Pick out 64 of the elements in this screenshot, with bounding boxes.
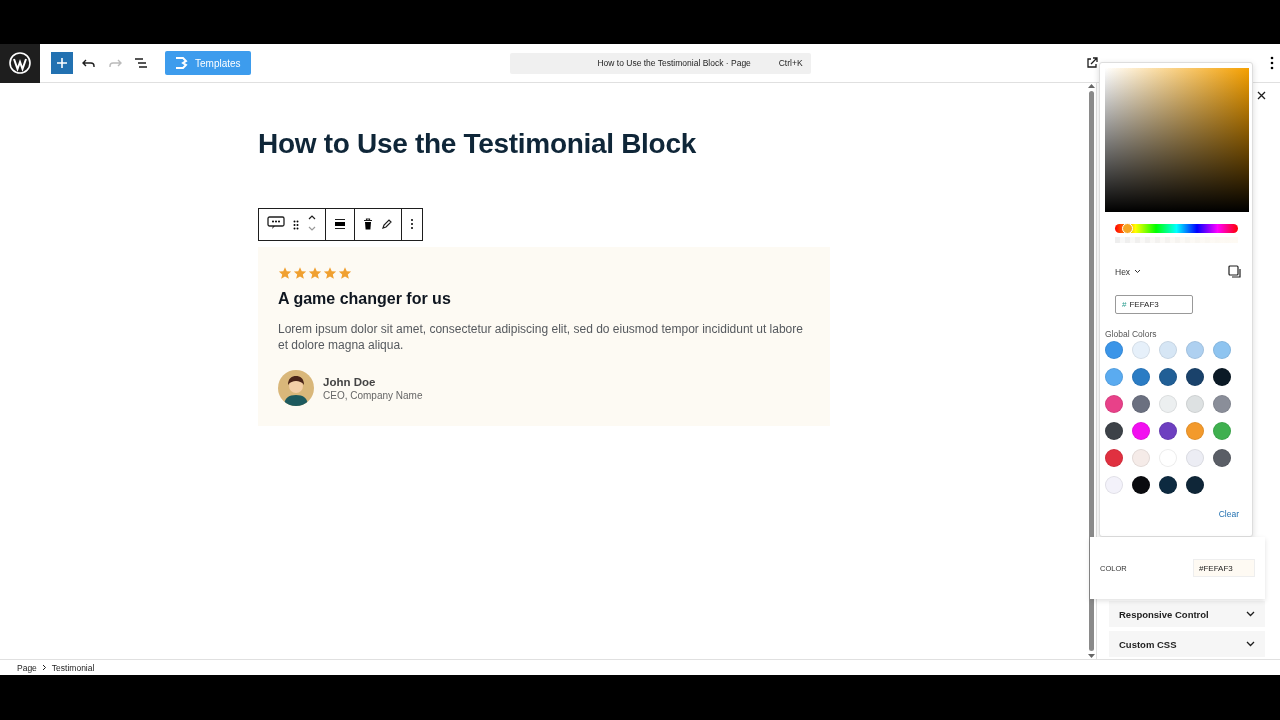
wordpress-logo[interactable] [0, 43, 40, 83]
color-swatch[interactable] [1213, 395, 1231, 413]
color-swatch[interactable] [1186, 395, 1204, 413]
color-swatch[interactable] [1132, 341, 1150, 359]
color-swatch[interactable] [1213, 422, 1231, 440]
color-swatch[interactable] [1186, 476, 1204, 494]
color-swatch[interactable] [1186, 341, 1204, 359]
color-swatch[interactable] [1132, 449, 1150, 467]
color-swatch[interactable] [1213, 341, 1231, 359]
color-swatch[interactable] [1132, 395, 1150, 413]
color-swatch[interactable] [1159, 476, 1177, 494]
color-swatch[interactable] [1213, 449, 1231, 467]
chevron-icon [41, 664, 47, 671]
external-link-icon[interactable] [1084, 55, 1100, 71]
color-swatch[interactable] [1105, 368, 1123, 386]
author-role: CEO, Company Name [323, 389, 423, 401]
hue-slider[interactable] [1115, 224, 1238, 233]
copy-icon[interactable] [1226, 263, 1243, 280]
color-swatch[interactable] [1105, 422, 1123, 440]
star-icon [323, 266, 337, 280]
avatar [278, 370, 314, 406]
more-options-icon[interactable] [1268, 54, 1276, 72]
testimonial-text: Lorem ipsum dolor sit amet, consectetur adipiscing elit, sed do eiusmod tempor incididunt ut labore et dolore magna aliqua. [278, 321, 804, 353]
color-swatch[interactable] [1159, 368, 1177, 386]
scrollbar[interactable] [1087, 83, 1096, 659]
color-swatch[interactable] [1105, 395, 1123, 413]
author-name: John Doe [323, 375, 377, 388]
scroll-up-icon[interactable] [1088, 83, 1095, 88]
star-icon [293, 266, 307, 280]
color-swatch[interactable] [1159, 341, 1177, 359]
plus-icon [56, 57, 68, 69]
hex-input-field[interactable]: # FEFAF3 [1115, 295, 1193, 314]
star-icon [338, 266, 352, 280]
clear-link[interactable]: Clear [1218, 509, 1247, 531]
breadcrumb-link[interactable]: Page [17, 662, 37, 673]
page-title: How to Use the Testimonial Block [258, 128, 697, 160]
add-block-button[interactable] [51, 52, 73, 74]
color-swatch[interactable] [1213, 368, 1231, 386]
color-swatch[interactable] [1105, 449, 1123, 467]
saturation-picker[interactable] [1105, 68, 1249, 212]
logo-icon [173, 55, 189, 71]
color-value-field[interactable]: #FEFAF3 [1193, 559, 1255, 577]
color-swatch[interactable] [1159, 395, 1177, 413]
chevron-icon [1134, 269, 1142, 274]
color-swatch[interactable] [1186, 368, 1204, 386]
testimonial-heading: A game changer for us [278, 290, 452, 308]
color-swatch[interactable] [1132, 422, 1150, 440]
format-dropdown[interactable]: Hex [1115, 266, 1142, 277]
close-icon[interactable] [1255, 89, 1268, 102]
color-swatch[interactable] [1105, 341, 1123, 359]
star-icon [308, 266, 322, 280]
color-swatch[interactable] [1159, 422, 1177, 440]
scroll-down-icon[interactable] [1088, 654, 1095, 659]
color-swatch[interactable] [1186, 449, 1204, 467]
breadcrumb-link[interactable]: Testimonial [51, 662, 95, 673]
color-swatch[interactable] [1186, 422, 1204, 440]
settings-panel-toggle[interactable]: Custom CSS [1109, 631, 1265, 657]
settings-panel-toggle[interactable]: Responsive Control [1109, 601, 1265, 627]
color-swatch[interactable] [1132, 476, 1150, 494]
color-swatch[interactable] [1105, 476, 1123, 494]
star-icon [278, 266, 292, 280]
color-swatch[interactable] [1132, 368, 1150, 386]
global-colors-label: Global Colors [1105, 329, 1158, 339]
command-bar[interactable]: How to Use the Testimonial Block · Page Ctrl+K [509, 52, 811, 74]
